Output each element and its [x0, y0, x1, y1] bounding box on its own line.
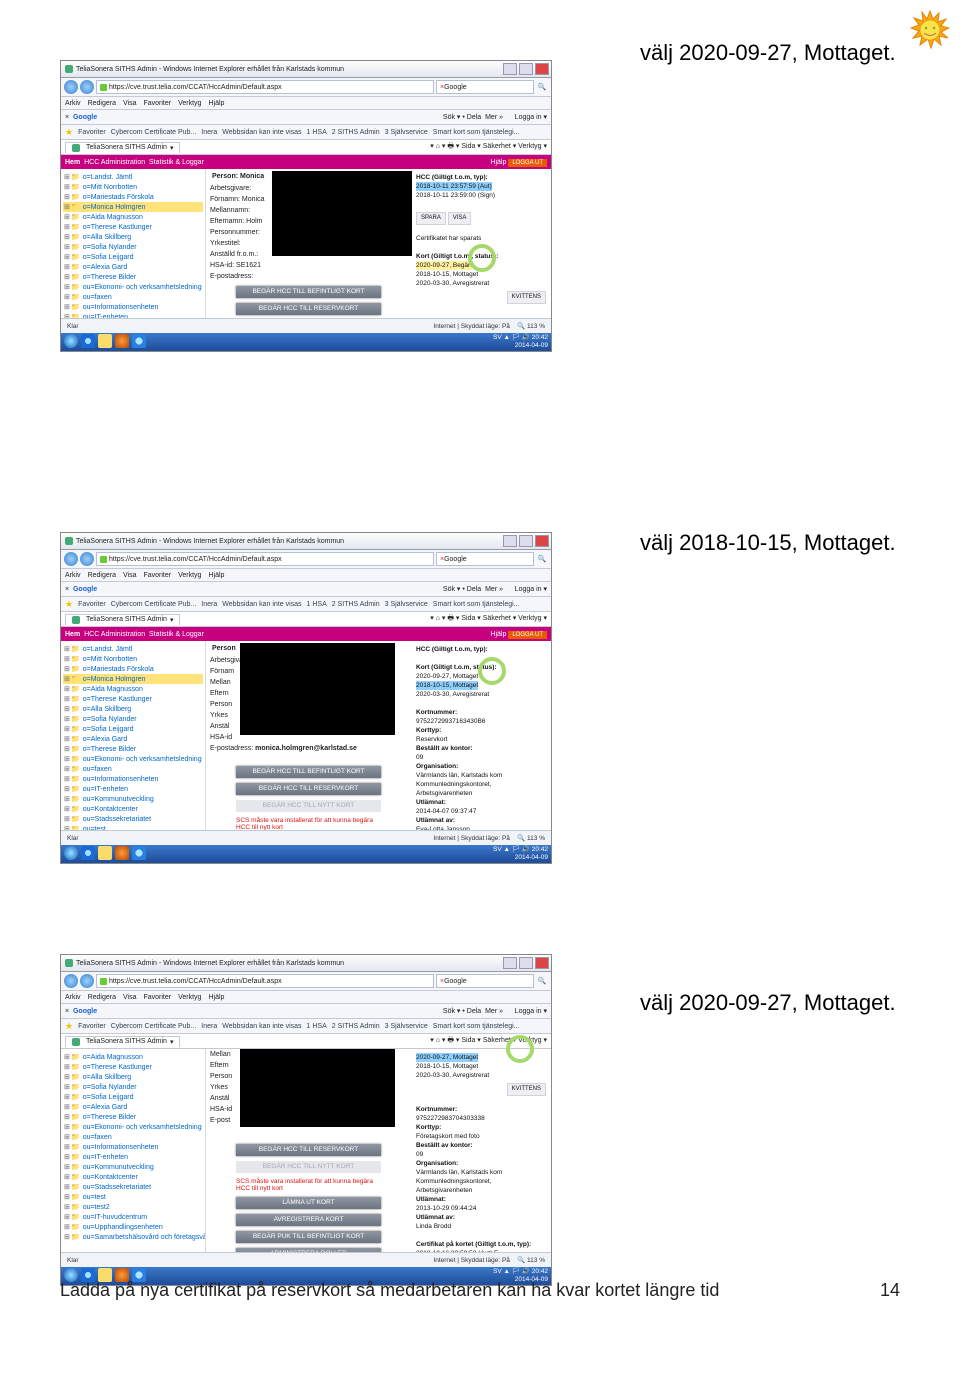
menu-bar[interactable]: ArkivRedigeraVisaFavoriterVerktygHjälp [61, 97, 551, 110]
toolbar-right[interactable]: ▾ ⌂ ▾ 🖶 ▾ Sida ▾ Säkerhet ▾ Verktyg ▾ [430, 142, 547, 153]
btn-spara[interactable]: SPARA [416, 212, 446, 225]
btn-kvittens[interactable]: KVITTENS [507, 291, 546, 304]
back-button[interactable] [64, 80, 78, 94]
highlight-circle [506, 1035, 534, 1063]
redaction [272, 171, 412, 256]
sun-icon [910, 10, 950, 50]
address-bar[interactable]: https://cve.trust.telia.com/CCAT/HccAdmi… [96, 80, 434, 94]
caption-2: välj 2018-10-15, Mottaget. [640, 530, 896, 556]
favorites-bar[interactable]: ★Favoriter Cybercom Certificate Pub...In… [61, 125, 551, 140]
highlight-circle [468, 244, 496, 272]
btn-visa[interactable]: VISA [448, 212, 472, 225]
tree-panel[interactable]: ⊞📁o=Landst. Jämtl ⊞📁o=Mitt Norrbotten ⊞📁… [61, 169, 206, 339]
tree-selected[interactable]: ⊞📁o=Monica Holmgren [63, 202, 203, 212]
btn-hcc-befintligt[interactable]: BEGÄR HCC TILL BEFINTLIGT KORT [236, 286, 381, 298]
caption-1: välj 2020-09-27, Mottaget. [640, 40, 896, 66]
window-title: TeliaSonera SITHS Admin - Windows Intern… [76, 66, 344, 73]
hcc-label: HCC (Giltigt t.o.m, typ): [416, 174, 488, 181]
taskbar[interactable]: SV ▲ 🏳 🔊 20:422014-04-09 [61, 333, 551, 351]
caption-3: välj 2020-09-27, Mottaget. [640, 990, 896, 1016]
browser-tab[interactable]: TeliaSonera SITHS Admin ▾ [65, 142, 180, 153]
btn-hcc-reservkort[interactable]: BEGÄR HCC TILL RESERVKORT [236, 303, 381, 315]
forward-button[interactable] [80, 80, 94, 94]
btn-puk[interactable]: BEGÄR PUK TILL BEFINTLIGT KORT [236, 1231, 381, 1243]
screenshot-1: TeliaSonera SITHS Admin - Windows Intern… [60, 60, 552, 352]
page-number: 14 [880, 1280, 900, 1301]
redaction [240, 1049, 395, 1127]
highlight-circle [478, 657, 506, 685]
admin-navbar[interactable]: Hem HCC Administration Statistik & Logga… [61, 155, 551, 169]
screenshot-2: TeliaSonera SITHS Admin - Windows Intern… [60, 532, 552, 864]
footer-text: Ladda på nya certifikat på reservkort så… [60, 1280, 719, 1301]
screenshot-3: TeliaSonera SITHS Admin - Windows Intern… [60, 954, 552, 1286]
logout-button[interactable]: LOGGA UT [508, 159, 547, 167]
saved-text: Certifikatet har sparats [416, 235, 481, 242]
search-provider[interactable]: × Google [436, 80, 534, 94]
